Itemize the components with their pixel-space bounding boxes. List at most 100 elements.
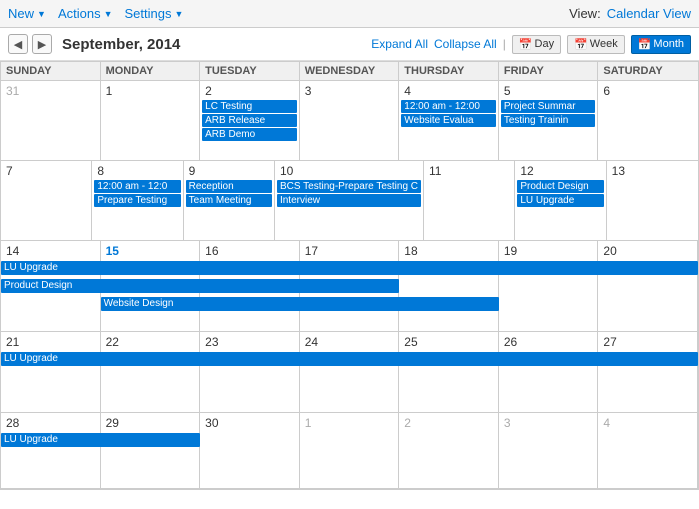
calendar-header: SUNDAY MONDAY TUESDAY WEDNESDAY THURSDAY…	[1, 62, 698, 81]
span-lu-upgrade-w3[interactable]: LU Upgrade	[1, 261, 698, 275]
nav-actions: Expand All Collapse All | 📅 Day 📅 Week 📅…	[371, 35, 691, 54]
day-sep25: 25	[399, 332, 499, 412]
settings-arrow-icon: ▼	[174, 9, 183, 19]
day-num-sep28: 28	[3, 415, 98, 431]
month-icon: 📅	[638, 38, 652, 51]
day-sep23: 23	[200, 332, 300, 412]
span-lu-upgrade-w5[interactable]: LU Upgrade	[1, 433, 200, 447]
week-1: 31 1 2 LC Testing ARB Release ARB Demo 3…	[1, 81, 698, 161]
event-lc-testing[interactable]: LC Testing	[202, 100, 297, 113]
event-arb-demo[interactable]: ARB Demo	[202, 128, 297, 141]
header-friday: FRIDAY	[499, 62, 599, 80]
day-num-sep1: 1	[103, 83, 198, 99]
calendar-view-link[interactable]: Calendar View	[607, 6, 691, 21]
day-num-sep12: 12	[517, 163, 603, 179]
event-proj-summary[interactable]: Project Summar	[501, 100, 596, 113]
day-num-oct2: 2	[401, 415, 496, 431]
day-num-sep21: 21	[3, 334, 98, 350]
day-sep12: 12 Product Design LU Upgrade	[515, 161, 606, 240]
day-num-sep23: 23	[202, 334, 297, 350]
event-12am-sep4[interactable]: 12:00 am - 12:00	[401, 100, 496, 113]
event-bcs-testing[interactable]: BCS Testing-Prepare Testing C	[277, 180, 421, 193]
event-reception[interactable]: Reception	[186, 180, 272, 193]
actions-arrow-icon: ▼	[104, 9, 113, 19]
collapse-all-link[interactable]: Collapse All	[434, 37, 497, 51]
day-sep3: 3	[300, 81, 400, 160]
new-button[interactable]: New ▼	[8, 6, 46, 21]
day-icon: 📅	[519, 38, 533, 51]
new-label: New	[8, 6, 34, 21]
day-sep2: 2 LC Testing ARB Release ARB Demo	[200, 81, 300, 160]
span-lu-upgrade-w4[interactable]: LU Upgrade	[1, 352, 698, 366]
day-num-oct4: 4	[600, 415, 695, 431]
header-thursday: THURSDAY	[399, 62, 499, 80]
day-num-oct3: 3	[501, 415, 596, 431]
day-num-sep20: 20	[600, 243, 695, 259]
week-4: 21 22 23 24 25 26 27 LU Upgrade	[1, 332, 698, 413]
day-oct4: 4	[598, 413, 698, 488]
day-sep1: 1	[101, 81, 201, 160]
day-num-sep5: 5	[501, 83, 596, 99]
header-sunday: SUNDAY	[1, 62, 101, 80]
day-oct1: 1	[300, 413, 400, 488]
week-icon: 📅	[574, 38, 588, 51]
day-sep4: 4 12:00 am - 12:00 Website Evalua	[399, 81, 499, 160]
day-num-oct1: 1	[302, 415, 397, 431]
day-num-sep26: 26	[501, 334, 596, 350]
event-product-design-sep12[interactable]: Product Design	[517, 180, 603, 193]
day-sep19: 19	[499, 241, 599, 331]
day-sep6: 6	[598, 81, 698, 160]
day-sep24: 24	[300, 332, 400, 412]
header-saturday: SATURDAY	[598, 62, 698, 80]
day-num-sep29: 29	[103, 415, 198, 431]
event-team-meeting[interactable]: Team Meeting	[186, 194, 272, 207]
event-testing-training[interactable]: Testing Trainin	[501, 114, 596, 127]
actions-button[interactable]: Actions ▼	[58, 6, 113, 21]
day-num-sep14: 14	[3, 243, 98, 259]
day-num-sep7: 7	[3, 163, 89, 179]
day-sep11: 11	[424, 161, 515, 240]
event-interview[interactable]: Interview	[277, 194, 421, 207]
day-sep20: 20	[598, 241, 698, 331]
day-aug31: 31	[1, 81, 101, 160]
day-num-sep3: 3	[302, 83, 397, 99]
event-12am-sep8[interactable]: 12:00 am - 12:0	[94, 180, 180, 193]
event-website-eval[interactable]: Website Evalua	[401, 114, 496, 127]
event-lu-upgrade-sep12[interactable]: LU Upgrade	[517, 194, 603, 207]
next-button[interactable]: ▶	[32, 34, 52, 54]
day-oct2: 2	[399, 413, 499, 488]
prev-button[interactable]: ◀	[8, 34, 28, 54]
day-num-sep6: 6	[600, 83, 696, 99]
day-num-sep13: 13	[609, 163, 696, 179]
day-num-sep19: 19	[501, 243, 596, 259]
day-sep26: 26	[499, 332, 599, 412]
header-wednesday: WEDNESDAY	[300, 62, 400, 80]
week-view-btn[interactable]: 📅 Week	[567, 35, 625, 54]
day-label: Day	[535, 38, 555, 50]
span-website-design-w3[interactable]: Website Design	[101, 297, 499, 311]
day-num-sep18: 18	[401, 243, 496, 259]
day-sep28: 28	[1, 413, 101, 488]
day-num-sep17: 17	[302, 243, 397, 259]
day-num-sep4: 4	[401, 83, 496, 99]
expand-all-link[interactable]: Expand All	[371, 37, 428, 51]
event-arb-release[interactable]: ARB Release	[202, 114, 297, 127]
day-num-sep11: 11	[426, 163, 512, 179]
day-num-sep22: 22	[103, 334, 198, 350]
day-view-btn[interactable]: 📅 Day	[512, 35, 561, 54]
span-product-design-w3[interactable]: Product Design	[1, 279, 399, 293]
event-prepare-testing[interactable]: Prepare Testing	[94, 194, 180, 207]
nav-bar: ◀ ▶ September, 2014 Expand All Collapse …	[0, 28, 699, 61]
settings-button[interactable]: Settings ▼	[125, 6, 184, 21]
month-view-btn[interactable]: 📅 Month	[631, 35, 691, 54]
month-label: Month	[653, 38, 684, 50]
nav-arrows: ◀ ▶	[8, 34, 52, 54]
week-5: 28 29 30 1 2 3 4 LU Upgrade	[1, 413, 698, 489]
settings-label: Settings	[125, 6, 172, 21]
day-num-sep8: 8	[94, 163, 180, 179]
day-num-sep15: 15	[103, 243, 198, 259]
nav-separator: |	[503, 37, 506, 51]
day-sep27: 27	[598, 332, 698, 412]
day-num-aug31: 31	[3, 83, 98, 99]
toolbar: New ▼ Actions ▼ Settings ▼ View: Calenda…	[0, 0, 699, 28]
